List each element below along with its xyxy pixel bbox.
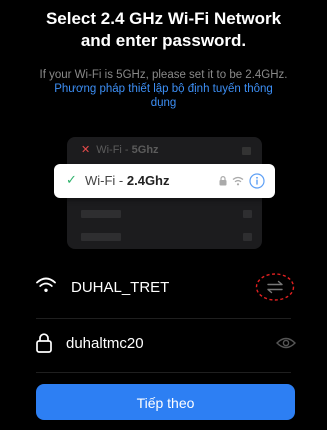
placeholder-bar (81, 210, 121, 218)
row-5g-prefix: Wi-Fi - (96, 144, 132, 156)
page-title: Select 2.4 GHz Wi-Fi Network and enter p… (0, 8, 327, 52)
router-setup-link[interactable]: Phương pháp thiết lập bộ định tuyến thôn… (40, 82, 287, 110)
title-line-1: Select 2.4 GHz Wi-Fi Network (45, 9, 282, 28)
divider (36, 318, 291, 319)
close-icon: ✕ (81, 144, 91, 156)
swap-icon (255, 273, 295, 301)
wifi-icon (36, 277, 56, 292)
check-icon: ✓ (66, 172, 77, 187)
password-row[interactable]: duhaltmc20 (0, 322, 327, 367)
switch-network-button[interactable] (255, 272, 295, 302)
wifi-network-row[interactable]: DUHAL_TRET (0, 266, 327, 311)
eye-icon[interactable] (276, 336, 296, 350)
ssid-text: DUHAL_TRET (71, 279, 170, 296)
next-button[interactable]: Tiếp theo (36, 384, 295, 420)
divider (36, 372, 291, 373)
illustration-row-24g: ✓ Wi-Fi - 2.4Ghz (54, 164, 275, 198)
placeholder-square (243, 210, 252, 218)
placeholder-square (243, 233, 252, 241)
password-input[interactable]: duhaltmc20 (66, 335, 144, 352)
wifi-icon (232, 176, 244, 186)
info-icon (249, 173, 265, 189)
lock-icon (219, 176, 227, 186)
title-line-2: and enter password. (80, 31, 247, 50)
row-5g-band: 5Ghz (131, 144, 159, 156)
subtitle: If your Wi-Fi is 5GHz, please set it to … (39, 69, 288, 81)
row-24g-prefix: Wi-Fi - (85, 173, 127, 188)
row-24g-band: 2.4Ghz (126, 173, 170, 188)
placeholder-square (242, 147, 251, 155)
lock-icon (36, 333, 52, 353)
illustration-row-5g: ✕ Wi-Fi - 5Ghz (81, 143, 257, 159)
placeholder-bar (81, 233, 121, 241)
